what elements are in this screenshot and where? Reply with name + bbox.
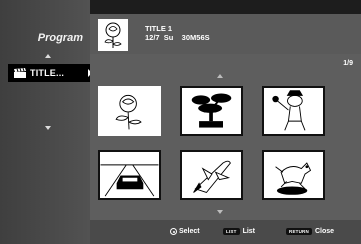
title-name: TITLE 1 bbox=[145, 24, 173, 33]
title-date-duration: 12/7 Su 30M56S bbox=[145, 33, 210, 42]
thumbnail-3[interactable] bbox=[262, 86, 325, 136]
scroll-up-icon[interactable] bbox=[217, 74, 223, 78]
page-indicator: 1/9 bbox=[343, 60, 353, 67]
thumbnail-1[interactable] bbox=[98, 86, 161, 136]
close-label: Close bbox=[314, 228, 335, 235]
musician-dog-icon bbox=[272, 90, 306, 131]
dvd-recorder-screen: Program TITLE... TITLE 1 12/7 Su 30M56S … bbox=[0, 0, 361, 244]
scroll-down-icon[interactable] bbox=[217, 210, 223, 214]
clapperboard-icon bbox=[14, 68, 26, 78]
sidebar: Program TITLE... bbox=[0, 0, 98, 244]
list-hint[interactable]: LIST List bbox=[223, 228, 255, 235]
scroll-down-icon[interactable] bbox=[45, 126, 51, 130]
sidebar-item-label: TITLE... bbox=[30, 68, 65, 78]
select-label: Select bbox=[179, 228, 200, 235]
return-key-badge: RETURN bbox=[286, 228, 312, 235]
sidebar-item-title[interactable]: TITLE... bbox=[8, 64, 98, 82]
thumbnail-2[interactable] bbox=[180, 86, 243, 136]
sidebar-title: Program bbox=[37, 32, 83, 44]
thumbnail-grid: 1/9 bbox=[90, 54, 361, 220]
car-road-icon bbox=[100, 164, 159, 197]
list-label: List bbox=[242, 228, 256, 235]
rose-icon bbox=[115, 94, 142, 130]
select-icon bbox=[170, 228, 177, 235]
select-hint: Select bbox=[170, 228, 200, 235]
scroll-up-icon[interactable] bbox=[45, 54, 51, 58]
close-hint[interactable]: RETURN Close bbox=[286, 228, 334, 235]
current-title-thumbnail bbox=[98, 19, 128, 51]
space-shuttle-icon bbox=[193, 160, 231, 194]
button-guide-bar: Select LIST List RETURN Close bbox=[90, 220, 361, 244]
thumbnail-6[interactable] bbox=[262, 150, 325, 200]
list-key-badge: LIST bbox=[223, 228, 240, 235]
running-dog-icon bbox=[275, 162, 312, 195]
thumbnail-4[interactable] bbox=[98, 150, 161, 200]
title-info-bar: TITLE 1 12/7 Su 30M56S bbox=[90, 14, 361, 54]
thumbnail-5[interactable] bbox=[180, 150, 243, 200]
bonsai-tree-icon bbox=[191, 93, 232, 128]
rose-icon bbox=[104, 22, 122, 48]
title-details: TITLE 1 12/7 Su 30M56S bbox=[145, 24, 210, 42]
